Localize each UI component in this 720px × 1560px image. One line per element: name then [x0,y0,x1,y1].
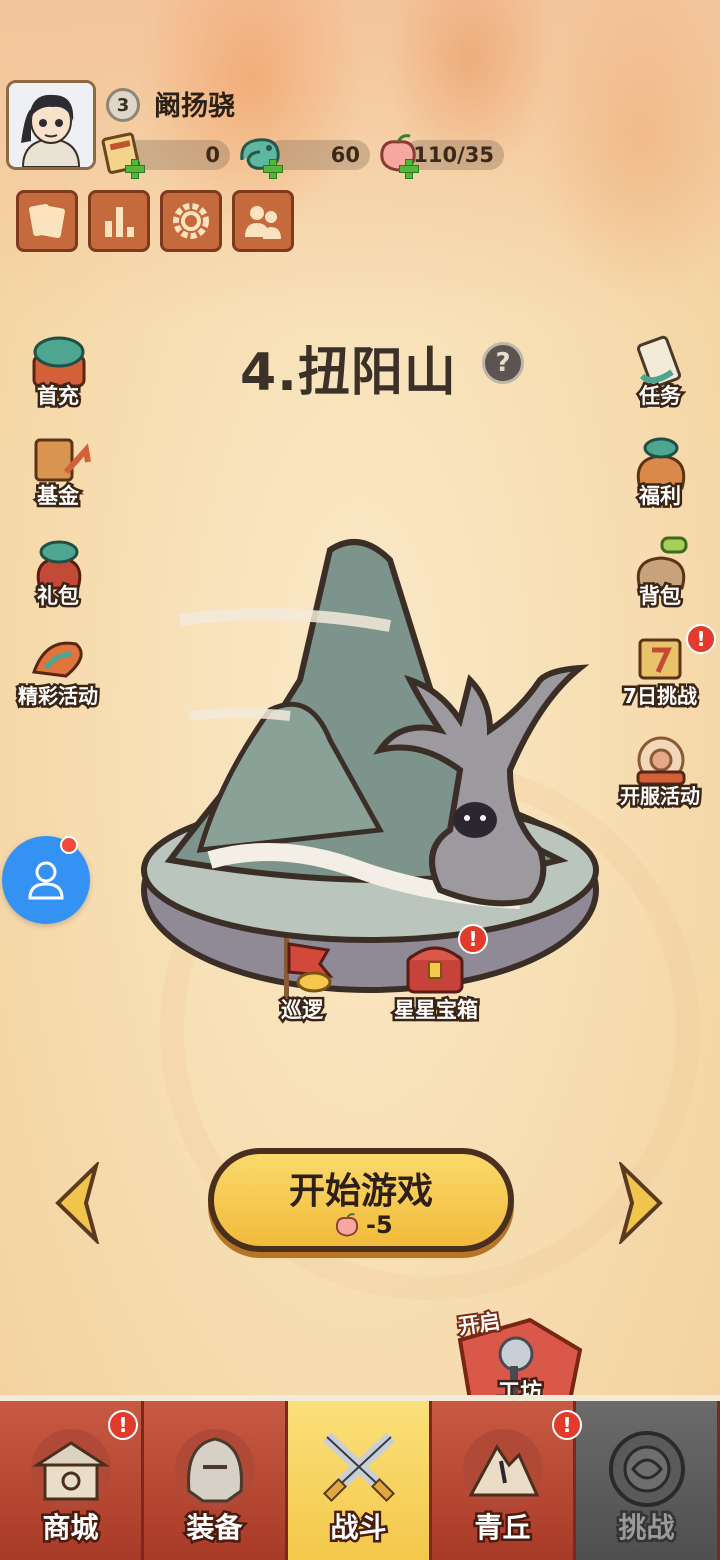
fund-button[interactable]: 基金 [8,432,108,522]
qingqiu-mountain-icon [462,1429,543,1509]
service-notification-dot [60,836,78,854]
qingqiu-alert-badge: ! [552,1410,582,1440]
stamina-cost-value: -5 [366,1211,393,1239]
welfare-label: 福利 [637,482,684,511]
help-icon[interactable]: ? [482,342,524,384]
challenge-orb-icon [608,1431,685,1507]
ranking-icon [105,207,134,237]
player-level-badge: 3 [106,88,140,122]
ranking-button[interactable] [88,190,150,252]
jade-value: 60 [330,143,360,167]
person-icon [28,861,64,900]
tab-qingqiu-label: 青丘 [472,1509,533,1547]
first-recharge-button[interactable]: 首充 [8,332,108,422]
next-stage-arrow-icon[interactable] [616,1162,666,1244]
tasks-label: 任务 [637,382,684,411]
friends-button[interactable] [232,190,294,252]
add-ticket-button[interactable] [124,158,145,179]
tab-shop-label: 商城 [40,1509,101,1547]
seven-day-alert-badge: ! [686,624,716,654]
avatar-portrait-icon [9,83,93,167]
server-event-button[interactable]: 开服活动 [610,732,710,822]
first-recharge-label: 首充 [35,382,82,411]
tab-challenge-label: 挑战 [616,1509,677,1547]
shop-pavilion-icon [30,1429,111,1509]
patrol-flag-icon [284,938,334,998]
events-button[interactable]: 精彩活动 [8,632,108,722]
star-chest-alert-badge: ! [458,924,488,954]
mountain-island-illustration[interactable] [140,520,600,1000]
welfare-button[interactable]: 福利 [610,432,710,522]
previous-stage-arrow-icon[interactable] [52,1162,102,1244]
start-game-button[interactable]: 开始游戏 -5 [208,1148,514,1252]
patrol-label: 巡逻 [279,996,326,1025]
add-stamina-button[interactable] [398,158,419,179]
settings-gear-icon [173,203,209,239]
workshop-open-tag: 开启 [455,1307,504,1341]
player-name: 阚扬骁 [154,91,235,122]
crossed-swords-icon [322,1432,395,1503]
backpack-button[interactable]: 背包 [610,532,710,622]
stamina-value: 110/35 [413,143,494,167]
ticket-value: 0 [205,143,220,167]
fund-label: 基金 [35,482,82,511]
stamina-cost: -5 [332,1210,393,1240]
tasks-button[interactable]: 任务 [610,332,710,422]
shop-alert-badge: ! [108,1410,138,1440]
friends-icon [245,206,281,239]
backpack-label: 背包 [637,582,684,611]
helmet-icon [174,1429,255,1509]
add-jade-button[interactable] [262,158,283,179]
gift-pack-label: 礼包 [35,582,82,611]
patrol-button[interactable]: 巡逻 [252,936,352,1026]
peach-stamina-icon [335,1213,359,1237]
tab-equipment-label: 装备 [184,1509,245,1547]
tab-challenge[interactable]: 挑战 [576,1401,720,1560]
tab-equipment[interactable]: 装备 [144,1401,288,1560]
seven-day-challenge-label: 7日挑战 [621,682,700,711]
stage-title: 4.扭阳山 [240,343,457,403]
start-game-label: 开始游戏 [288,1171,433,1212]
tab-battle[interactable]: 战斗 [288,1401,432,1560]
events-label: 精彩活动 [16,682,101,711]
cards-button[interactable] [16,190,78,252]
tab-battle-label: 战斗 [328,1509,389,1547]
settings-button[interactable] [160,190,222,252]
gift-pack-button[interactable]: 礼包 [8,532,108,622]
server-event-label: 开服活动 [618,782,703,811]
cards-icon [29,203,65,239]
star-chest-label: 星星宝箱 [392,996,481,1025]
star-chest-icon [406,946,464,994]
player-avatar[interactable] [6,80,96,170]
